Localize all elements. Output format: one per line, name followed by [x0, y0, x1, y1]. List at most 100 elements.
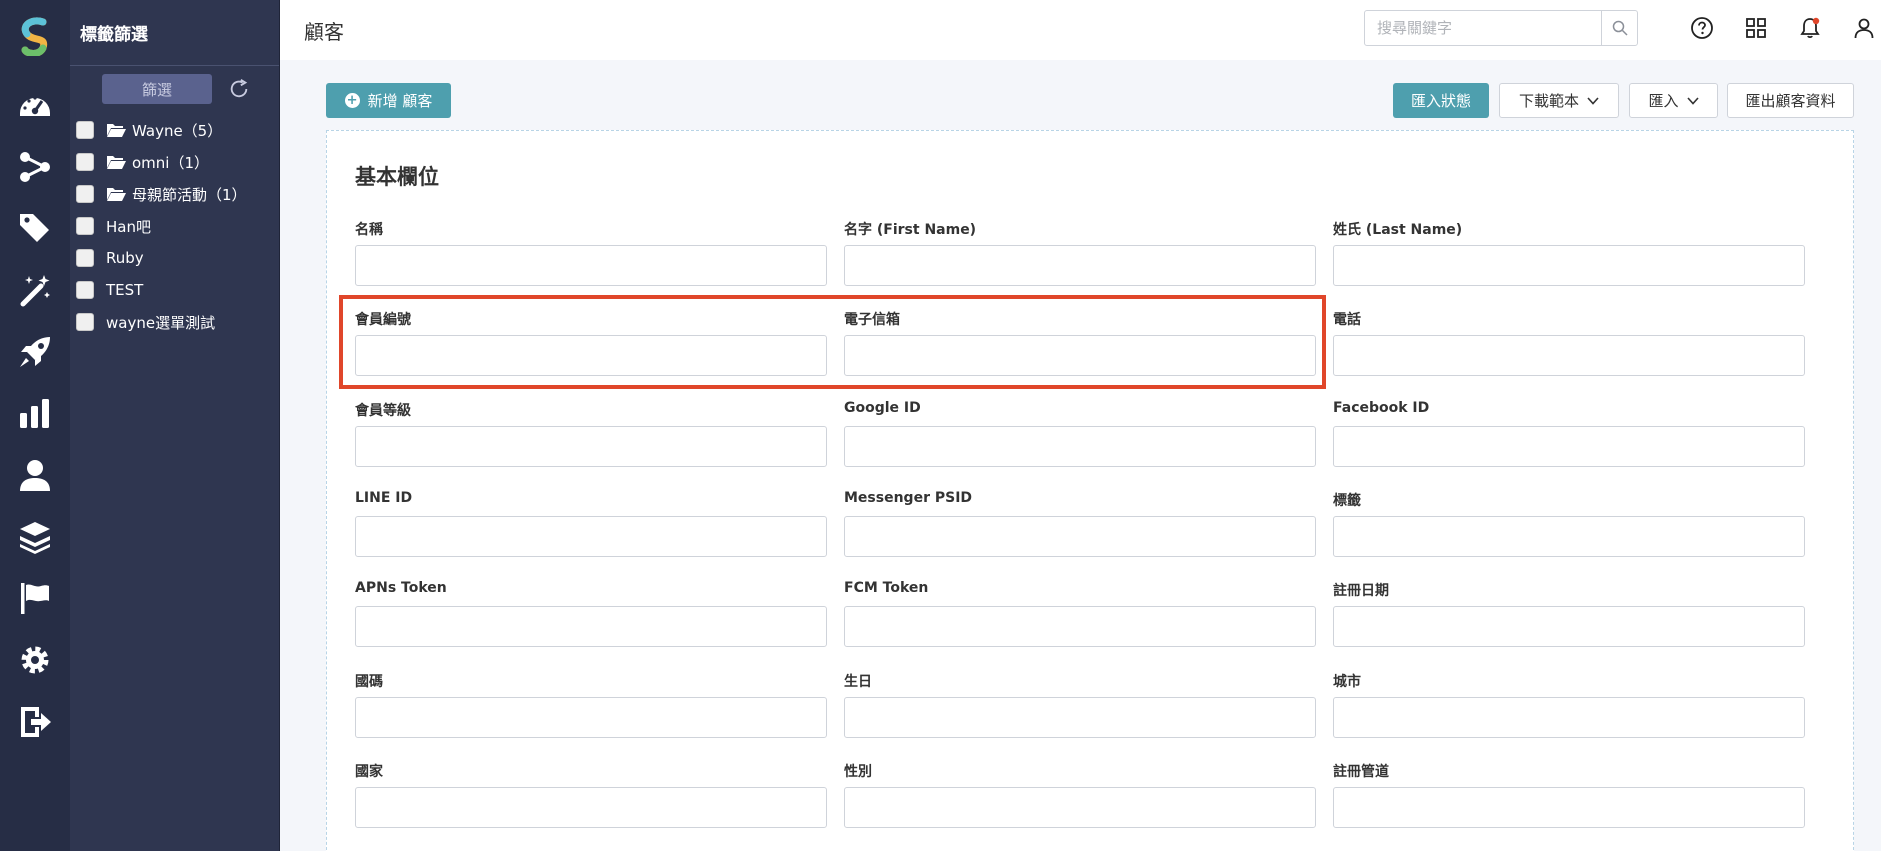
folder-open-icon: [107, 188, 126, 201]
download-template-label: 下載範本: [1518, 92, 1579, 110]
field-label: Messenger PSID: [844, 490, 973, 506]
logout-icon[interactable]: [15, 702, 55, 742]
top-bar: 顧客: [280, 0, 1881, 60]
tag-label: omni（1）: [132, 153, 210, 172]
tag-checkbox[interactable]: [76, 249, 94, 267]
google-id-input[interactable]: [844, 426, 1316, 467]
field-label: 國家: [355, 764, 383, 780]
last-name-input[interactable]: [1333, 245, 1805, 286]
register-channel-input[interactable]: [1333, 787, 1805, 828]
tag-label: Han吧: [106, 217, 151, 236]
field-tags: 標籤: [1333, 490, 1805, 557]
tag-item-wayne[interactable]: Wayne（5）: [76, 114, 247, 146]
user-icon[interactable]: [15, 455, 55, 495]
tag-item-test[interactable]: TEST: [76, 274, 247, 306]
field-first-name: 名字 (First Name): [844, 219, 1316, 286]
import-status-button[interactable]: 匯入狀態: [1393, 83, 1489, 118]
tags-input[interactable]: [1333, 516, 1805, 557]
field-label: 註冊管道: [1333, 764, 1389, 780]
field-label: 會員等級: [355, 403, 411, 419]
phone-input[interactable]: [1333, 335, 1805, 376]
member-level-input[interactable]: [355, 426, 827, 467]
field-label: 電子信箱: [844, 312, 900, 328]
search-input[interactable]: [1365, 11, 1601, 45]
layers-icon[interactable]: [15, 517, 55, 557]
register-date-input[interactable]: [1333, 606, 1805, 647]
import-button[interactable]: 匯入: [1629, 83, 1718, 118]
field-label: APNs Token: [355, 580, 447, 596]
field-phone: 電話: [1333, 309, 1805, 376]
flow-icon[interactable]: [15, 147, 55, 187]
add-customer-label: 新增 顧客: [367, 92, 433, 110]
field-label: 名字 (First Name): [844, 222, 977, 238]
messenger-psid-input[interactable]: [844, 516, 1316, 557]
tag-label: Ruby: [106, 249, 144, 267]
page-title: 顧客: [304, 20, 344, 44]
country-code-input[interactable]: [355, 697, 827, 738]
field-email: 電子信箱: [844, 309, 1316, 376]
tag-checkbox[interactable]: [76, 153, 94, 171]
field-label: 電話: [1333, 312, 1361, 328]
app-logo-icon[interactable]: [17, 16, 53, 56]
import-label: 匯入: [1648, 92, 1679, 110]
fcm-token-input[interactable]: [844, 606, 1316, 647]
tag-checkbox[interactable]: [76, 217, 94, 235]
folder-open-icon: [107, 124, 126, 137]
apps-grid-icon[interactable]: [1742, 14, 1770, 42]
country-input[interactable]: [355, 787, 827, 828]
field-label: FCM Token: [844, 580, 929, 596]
rocket-icon[interactable]: [15, 332, 55, 372]
field-member-level: 會員等級: [355, 400, 827, 467]
add-customer-button[interactable]: + 新增 顧客: [326, 83, 451, 118]
field-apns-token: APNs Token: [355, 580, 827, 647]
tag-checkbox[interactable]: [76, 185, 94, 203]
tag-checkbox[interactable]: [76, 281, 94, 299]
flag-icon[interactable]: [15, 578, 55, 618]
birthday-input[interactable]: [844, 697, 1316, 738]
field-label: Google ID: [844, 400, 921, 416]
first-name-input[interactable]: [844, 245, 1316, 286]
refresh-icon[interactable]: [228, 78, 250, 100]
apns-token-input[interactable]: [355, 606, 827, 647]
gender-input[interactable]: [844, 787, 1316, 828]
field-label: 性別: [844, 764, 872, 780]
field-label: 國碼: [355, 674, 383, 690]
field-gender: 性別: [844, 761, 1316, 828]
tag-item-omni[interactable]: omni（1）: [76, 146, 247, 178]
tag-label: wayne選單測試: [106, 313, 216, 332]
city-input[interactable]: [1333, 697, 1805, 738]
line-id-input[interactable]: [355, 516, 827, 557]
tag-icon[interactable]: [15, 208, 55, 248]
notification-bell-icon[interactable]: [1796, 14, 1824, 42]
field-label: LINE ID: [355, 490, 413, 506]
field-country: 國家: [355, 761, 827, 828]
email-input[interactable]: [844, 335, 1316, 376]
field-register-date: 註冊日期: [1333, 580, 1805, 647]
field-line-id: LINE ID: [355, 490, 827, 557]
tag-checkbox[interactable]: [76, 121, 94, 139]
name-input[interactable]: [355, 245, 827, 286]
tag-list: Wayne（5） omni（1） 母親節活動（1） Han吧 Ruby TEST…: [76, 114, 247, 338]
account-user-icon[interactable]: [1850, 14, 1878, 42]
download-template-button[interactable]: 下載範本: [1499, 83, 1619, 118]
field-label: 註冊日期: [1333, 583, 1389, 599]
magic-wand-icon[interactable]: [15, 270, 55, 310]
tag-item-wayne-menu-test[interactable]: wayne選單測試: [76, 306, 247, 338]
tag-item-ruby[interactable]: Ruby: [76, 242, 247, 274]
filter-row: 篩選: [102, 74, 250, 104]
tag-item-mothers-day[interactable]: 母親節活動（1）: [76, 178, 247, 210]
facebook-id-input[interactable]: [1333, 426, 1805, 467]
gear-icon[interactable]: [15, 640, 55, 680]
member-id-input[interactable]: [355, 335, 827, 376]
help-icon[interactable]: [1688, 14, 1716, 42]
export-customers-button[interactable]: 匯出顧客資料: [1727, 83, 1854, 118]
dashboard-icon[interactable]: [15, 85, 55, 125]
plus-circle-icon: +: [344, 93, 360, 108]
search-button[interactable]: [1601, 11, 1637, 45]
field-label: 會員編號: [355, 312, 411, 328]
field-label: 城市: [1333, 674, 1361, 690]
filter-button[interactable]: 篩選: [102, 74, 212, 104]
tag-item-han[interactable]: Han吧: [76, 210, 247, 242]
tag-checkbox[interactable]: [76, 313, 94, 331]
bar-chart-icon[interactable]: [15, 393, 55, 433]
